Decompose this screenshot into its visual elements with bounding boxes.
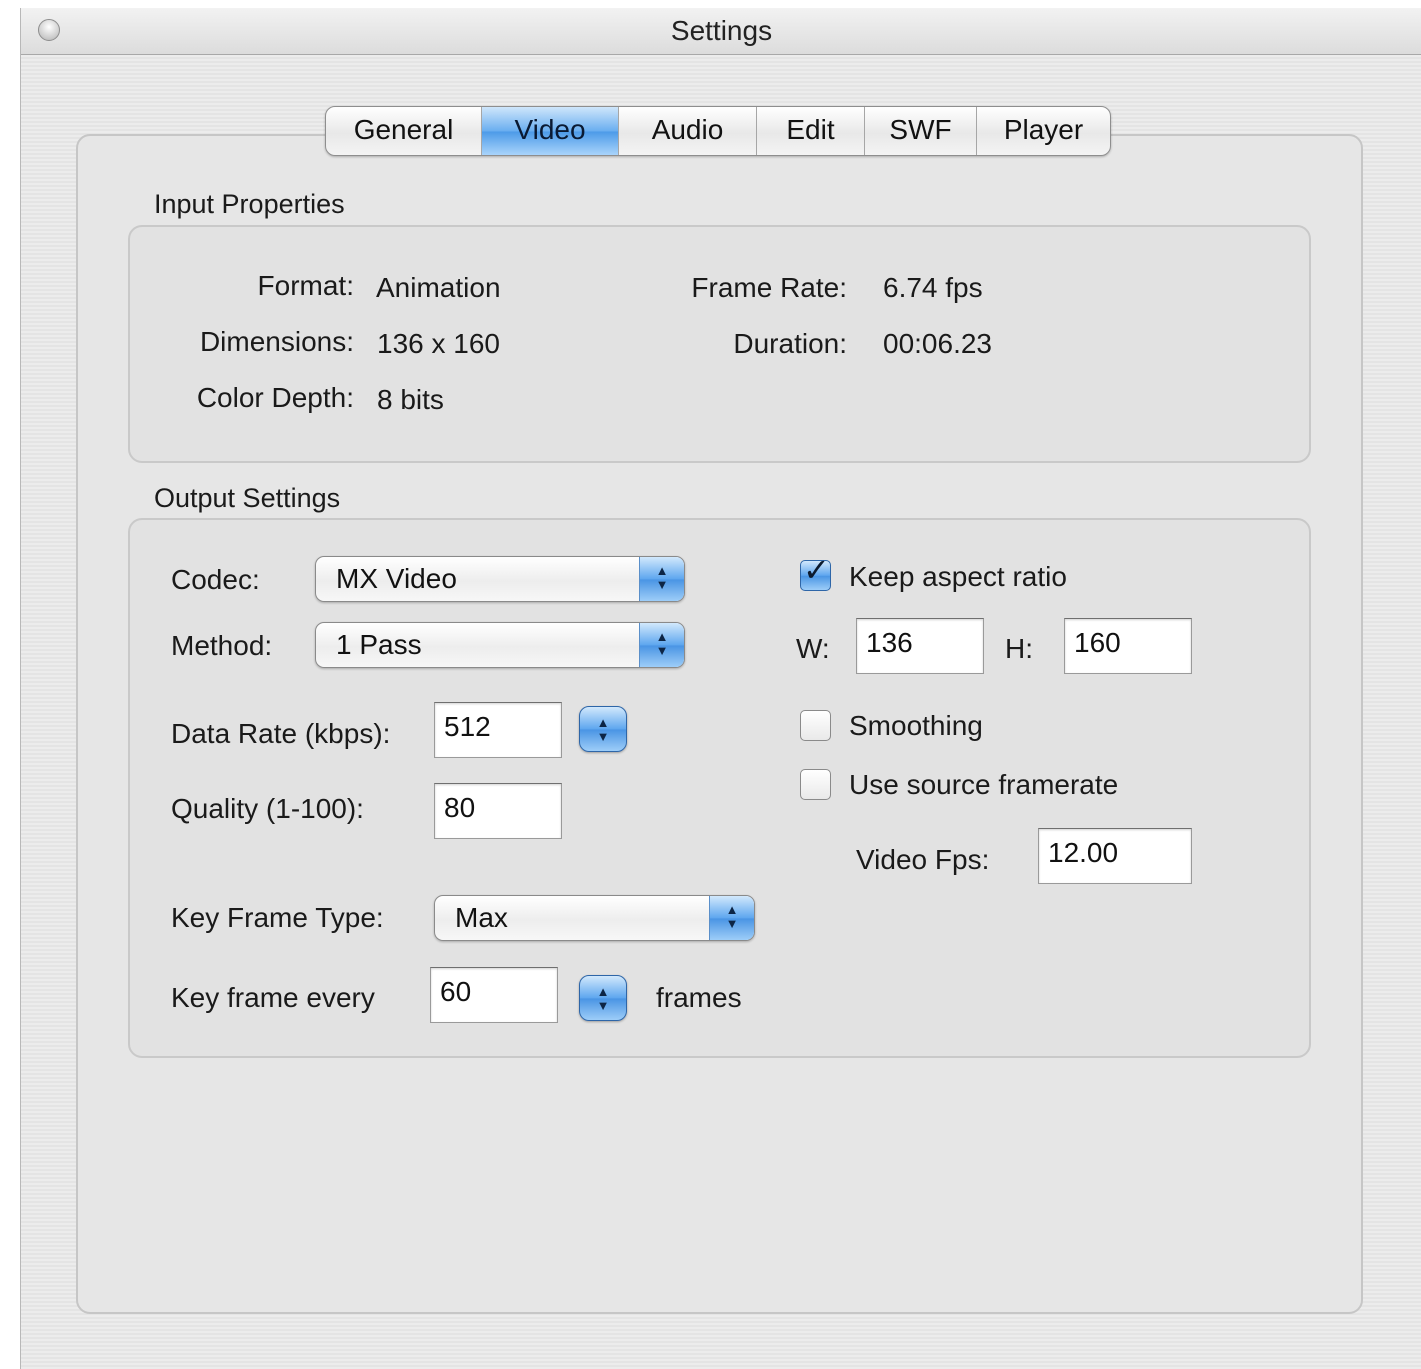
use-source-framerate-label: Use source framerate <box>849 769 1119 800</box>
video-fps-label: Video Fps: <box>856 844 990 875</box>
smoothing-checkbox[interactable] <box>800 710 831 741</box>
title-bar: Settings <box>21 8 1421 55</box>
tab-bar: General Video Audio Edit SWF Player <box>325 106 1111 156</box>
codec-label: Codec: <box>171 564 260 595</box>
key-frame-every-label: Key frame every <box>171 982 375 1013</box>
duration-label: Duration: <box>733 328 847 359</box>
codec-popup[interactable]: MX Video ▲ ▼ <box>315 556 685 602</box>
method-popup[interactable]: 1 Pass ▲ ▼ <box>315 622 685 668</box>
smoothing-label: Smoothing <box>849 710 983 741</box>
video-fps-field[interactable]: 12.00 <box>1038 828 1192 884</box>
tab-swf[interactable]: SWF <box>865 107 977 155</box>
window-title: Settings <box>670 15 773 46</box>
up-down-arrows-icon: ▲ ▼ <box>596 984 610 1013</box>
width-label: W: <box>796 633 830 664</box>
tab-video[interactable]: Video <box>482 107 619 155</box>
up-down-arrows-icon: ▲ ▼ <box>639 623 684 667</box>
key-frame-type-value: Max <box>455 902 508 933</box>
frame-rate-label: Frame Rate: <box>691 272 847 303</box>
data-rate-stepper[interactable]: ▲ ▼ <box>579 706 627 752</box>
duration-value: 00:06.23 <box>883 328 992 359</box>
keep-aspect-checkbox[interactable]: ✓ <box>800 552 831 591</box>
key-frame-type-popup[interactable]: Max ▲ ▼ <box>434 895 755 941</box>
height-field[interactable]: 160 <box>1064 618 1192 674</box>
frame-rate-value: 6.74 fps <box>883 272 983 303</box>
tab-edit[interactable]: Edit <box>757 107 865 155</box>
settings-window: Settings General Video Audio Edit SWF Pl… <box>20 8 1421 1369</box>
key-frame-every-field[interactable]: 60 <box>430 967 558 1023</box>
checkmark-icon: ✓ <box>803 552 830 588</box>
tab-audio[interactable]: Audio <box>619 107 757 155</box>
use-source-framerate-checkbox[interactable] <box>800 769 831 800</box>
dimensions-value: 136 x 160 <box>377 328 500 359</box>
color-depth-label: Color Depth: <box>196 382 354 413</box>
quality-field[interactable]: 80 <box>434 783 562 839</box>
width-field[interactable]: 136 <box>856 618 984 674</box>
up-down-arrows-icon: ▲ ▼ <box>709 896 754 940</box>
tab-player[interactable]: Player <box>977 107 1110 155</box>
color-depth-value: 8 bits <box>377 384 444 415</box>
codec-value: MX Video <box>336 563 457 594</box>
format-value: Animation <box>376 272 501 303</box>
key-frame-type-label: Key Frame Type: <box>171 902 384 933</box>
method-label: Method: <box>171 630 273 661</box>
keep-aspect-label: Keep aspect ratio <box>849 561 1067 592</box>
format-label: Format: <box>257 270 354 301</box>
up-down-arrows-icon: ▲ ▼ <box>596 715 610 744</box>
method-value: 1 Pass <box>336 629 422 660</box>
key-frame-stepper[interactable]: ▲ ▼ <box>579 975 627 1021</box>
quality-label: Quality (1-100): <box>171 793 364 824</box>
frames-label: frames <box>656 982 742 1013</box>
up-down-arrows-icon: ▲ ▼ <box>639 557 684 601</box>
input-properties-title: Input Properties <box>154 189 345 219</box>
height-label: H: <box>1005 633 1033 664</box>
data-rate-field[interactable]: 512 <box>434 702 562 758</box>
data-rate-label: Data Rate (kbps): <box>171 718 391 749</box>
output-settings-box <box>128 518 1311 1058</box>
tab-general[interactable]: General <box>326 107 482 155</box>
dimensions-label: Dimensions: <box>199 326 354 357</box>
output-settings-title: Output Settings <box>154 483 341 513</box>
